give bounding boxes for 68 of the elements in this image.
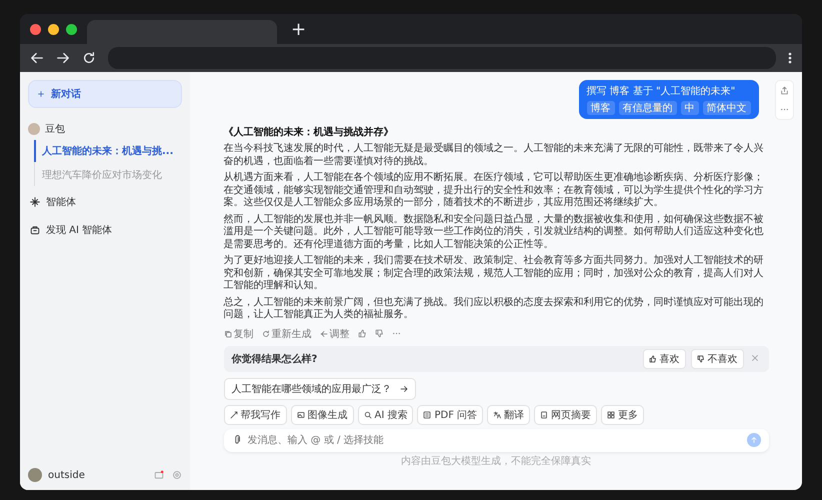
tool-chip[interactable]: 翻译: [487, 404, 530, 424]
request-tag: 有信息量的: [618, 101, 676, 115]
close-icon: [750, 354, 758, 362]
thumbs-up-icon: [358, 329, 366, 338]
answer-paragraph: 在当今科技飞速发展的时代，人工智能无疑是最受瞩目的领域之一。人工智能的未来充满了无限的可能性，既带来了令人兴奋的机遇，也面临着一些需要谨慎对待的挑战。: [224, 143, 764, 168]
refresh-icon: [262, 330, 270, 338]
copy-icon: [224, 330, 232, 338]
thumbs-down-icon: [696, 354, 704, 362]
thumbs-down-icon: [374, 329, 384, 338]
disclaimer-text: 内容由豆包大模型生成，不能完全保障真实: [400, 454, 592, 468]
message-field[interactable]: 发消息、输入 @ 或 / 选择技能: [224, 428, 768, 452]
tool-chip[interactable]: 帮我写作: [224, 404, 286, 424]
answer-paragraph: 总之，人工智能的未来前景广阔，但也充满了挑战。我们应以积极的态度去探索和利用它的优势，同时谨慎应对可能出现的问题，让人工智能真正为人类的福祉服务。: [224, 296, 764, 322]
tool-chip[interactable]: 图像生成: [290, 404, 354, 424]
image-icon: [296, 410, 304, 418]
menu-icon[interactable]: [788, 52, 792, 64]
sparkle-icon: [30, 197, 40, 207]
close-window-dot[interactable]: [30, 24, 41, 34]
back-icon: [30, 51, 44, 65]
translate-icon: [493, 410, 502, 418]
answer-action[interactable]: 调整: [320, 326, 350, 340]
answer-paragraph: 然而，人工智能的发展也并非一帆风顺。数据隐私和安全问题日益凸显，大量的数据被收集和使用，如何确保这些数据不被滥用是一个关键问题。此外，人工智能可能导致一些工作岗位的消失，引发就业结构的调整。如何帮助人们适应这种变化也是需要思考的。还有伦理道德方面的考量，比如人工智能决策的公正性等。: [224, 214, 764, 251]
request-text: 撰写 博客 基于 "人工智能的未来": [586, 84, 736, 98]
dislike-button[interactable]: [374, 329, 384, 338]
bag-icon: [30, 225, 40, 235]
reload-icon: [82, 51, 96, 65]
sidebar-item[interactable]: 发现 AI 智能体: [28, 218, 182, 242]
answer-paragraph: 为了更好地迎接人工智能的未来，我们需要在技术研发、政策制定、社会教育等多方面共同努力。加强对人工智能技术的研究和创新，确保其安全可靠地发展；制定合理的政策法规，规范人工智能的应用；同时，加强对公众的教育，提高人们对人工智能的理解和认知。: [224, 255, 764, 292]
plus-icon: [37, 90, 45, 98]
request-tag: 简体中文: [702, 101, 750, 115]
avatar[interactable]: [28, 468, 42, 482]
like-button[interactable]: [358, 329, 366, 338]
maximize-window-dot[interactable]: [66, 24, 77, 34]
forward-icon: [56, 51, 70, 65]
inbox-icon: [154, 470, 164, 480]
answer-action[interactable]: 复制: [224, 326, 254, 340]
sidebar-item[interactable]: 智能体: [28, 190, 182, 214]
thumbs-up-icon: [648, 354, 656, 362]
answer-paragraph: 从机遇方面来看，人工智能在各个领域的应用不断拓展。在医疗领域，它可以帮助医生更准确地诊断疾病、分析医疗影像；在交通领域，能够实现智能交通管理和自动驾驶，提升出行的安全性和效率；在教育领域，可以为学生提供个性化的学习方案。这些仅仅是人工智能众多应用场景的一部分，随着技术的不断进步，其应用范围还将继续扩大。: [224, 172, 764, 210]
new-tab-button[interactable]: +: [287, 18, 310, 40]
chat-item[interactable]: 人工智能的未来：机遇与挑...: [34, 140, 182, 162]
tool-chip[interactable]: 更多: [601, 404, 644, 424]
pen-icon: [230, 410, 238, 418]
answer-action[interactable]: 重新生成: [262, 326, 312, 340]
arrow-icon: [400, 384, 408, 392]
search-icon: [364, 410, 372, 418]
grid-icon: [607, 410, 616, 418]
share-icon: [780, 86, 789, 95]
dislike-button[interactable]: 不喜欢: [690, 348, 744, 368]
request-tag: 博客: [586, 101, 614, 115]
tool-chip[interactable]: 网页摘要: [534, 404, 598, 424]
avatar: [28, 123, 40, 135]
answer-title: 《人工智能的未来：机遇与挑战并存》: [224, 125, 394, 139]
document-icon: [423, 410, 432, 418]
page-icon: [540, 410, 548, 418]
user-name: outside: [48, 470, 85, 480]
request-tag: 中: [680, 101, 698, 115]
bot-name[interactable]: 豆包: [45, 122, 65, 136]
like-button[interactable]: 喜欢: [642, 348, 686, 368]
settings-icon: [172, 470, 182, 480]
arrow-up-icon: [750, 436, 758, 444]
share-button[interactable]: [780, 86, 789, 95]
minimize-window-dot[interactable]: [48, 24, 59, 34]
feedback-question: 你觉得结果怎么样?: [232, 352, 318, 366]
suggested-question[interactable]: 人工智能在哪些领域的应用最广泛？: [224, 378, 416, 400]
tool-chip[interactable]: AI 搜索: [358, 404, 414, 424]
tool-chip[interactable]: PDF 问答: [417, 404, 484, 424]
new-chat-button[interactable]: 新对话: [28, 80, 182, 108]
